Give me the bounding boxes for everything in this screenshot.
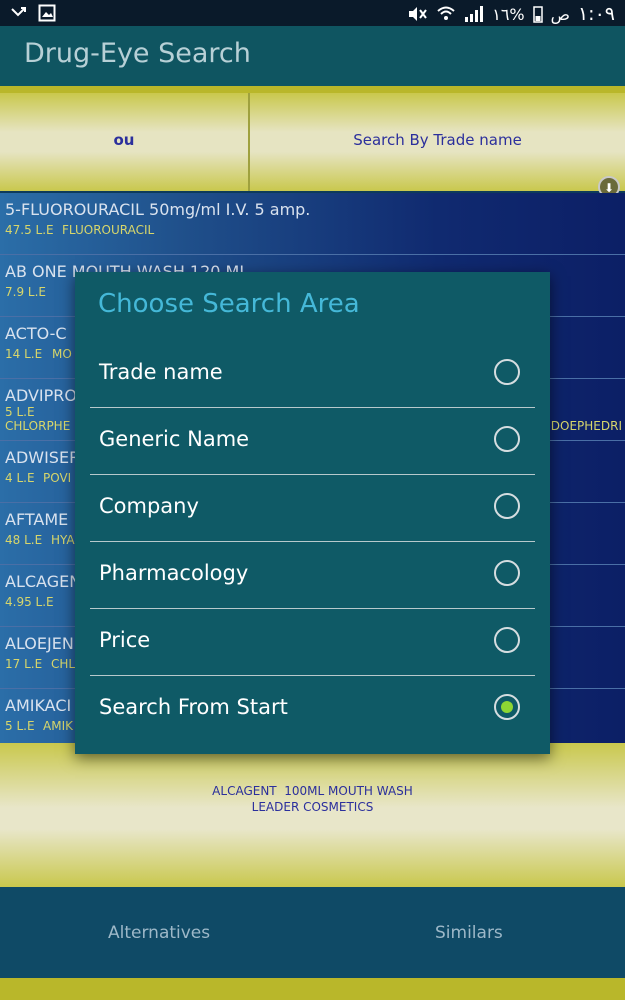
drug-generic: FLUOROURACIL [62, 223, 155, 237]
list-item[interactable]: 5-FLUOROURACIL 50mg/ml I.V. 5 amp. 47.5 … [0, 193, 625, 255]
drug-price: 5 L.E [5, 405, 35, 419]
drug-generic-extra: DOEPHEDRI [550, 419, 622, 433]
radio-button[interactable] [494, 493, 520, 519]
drug-price: 17 L.E [5, 657, 43, 671]
radio-button-checked[interactable] [494, 694, 520, 720]
drug-generic: AMIK [43, 719, 73, 733]
option-label: Pharmacology [99, 561, 249, 585]
drug-name: ALOEJEN [5, 634, 74, 653]
detail-company: LEADER COSMETICS [251, 800, 374, 814]
drug-price: 4 L.E [5, 471, 35, 485]
bottom-divider [0, 978, 625, 1000]
drug-generic: MO [52, 347, 72, 361]
dialog-title: Choose Search Area [98, 289, 360, 319]
drug-price: 47.5 L.E [5, 223, 54, 237]
gallery-icon [38, 4, 56, 22]
detail-drug-name: ALCAGENT 100ML MOUTH WASH [212, 784, 413, 798]
drug-generic: HYA [51, 533, 75, 547]
option-label: Search From Start [99, 695, 288, 719]
drug-price: 48 L.E [5, 533, 43, 547]
bottom-action-bar: Alternatives Similars [0, 887, 625, 978]
option-generic-name[interactable]: Generic Name [90, 407, 535, 475]
drug-name: AMIKACI [5, 696, 72, 715]
alternatives-button[interactable]: Alternatives [108, 923, 210, 943]
drug-name: ACTO-C [5, 324, 67, 343]
radio-button[interactable] [494, 560, 520, 586]
option-price[interactable]: Price [90, 608, 535, 676]
wifi-icon [437, 6, 455, 20]
search-query: ou [113, 131, 135, 149]
search-input[interactable]: ou [0, 93, 250, 191]
divider [0, 86, 625, 93]
drug-price: 7.9 L.E [5, 285, 46, 299]
search-mode-label: Search By Trade name [353, 131, 522, 149]
option-label: Generic Name [99, 427, 250, 451]
search-row: ou Search By Trade name [0, 93, 625, 191]
option-company[interactable]: Company [90, 474, 535, 542]
search-area-dialog: Choose Search Area Trade name Generic Na… [75, 272, 550, 754]
option-pharmacology[interactable]: Pharmacology [90, 541, 535, 609]
drug-price: 14 L.E [5, 347, 43, 361]
drug-price: 5 L.E [5, 719, 35, 733]
battery-icon [532, 6, 543, 23]
status-bar: ١٦% ص ١:٠٩ [0, 0, 625, 26]
app-bar: Drug-Eye Search [0, 26, 625, 86]
similars-button[interactable]: Similars [435, 923, 503, 943]
signal-icon [465, 6, 484, 22]
search-mode-button[interactable]: Search By Trade name [250, 93, 625, 191]
mute-icon [409, 7, 428, 21]
app-title: Drug-Eye Search [24, 38, 251, 69]
selected-drug-detail[interactable]: ALCAGENT 100ML MOUTH WASH LEADER COSMETI… [0, 743, 625, 887]
radio-button[interactable] [494, 627, 520, 653]
option-label: Trade name [99, 360, 223, 384]
radio-button[interactable] [494, 359, 520, 385]
clock: ١:٠٩ [577, 3, 615, 25]
drug-price: 4.95 L.E [5, 595, 54, 609]
missed-call-icon [11, 7, 26, 17]
option-label: Price [99, 628, 151, 652]
option-trade-name[interactable]: Trade name [90, 340, 535, 408]
drug-generic: CHL [51, 657, 76, 671]
drug-generic: CHLORPHE [5, 419, 71, 433]
drug-name: ADWISER [5, 448, 81, 467]
drug-name: 5-FLUOROURACIL 50mg/ml I.V. 5 amp. [5, 200, 311, 219]
drug-name: AFTAME [5, 510, 69, 529]
option-label: Company [99, 494, 199, 518]
ampm: ص [550, 4, 570, 24]
drug-name: ADVIPRO [5, 386, 78, 405]
battery-percent: ١٦% [492, 4, 525, 24]
option-search-from-start[interactable]: Search From Start [90, 675, 535, 742]
radio-button[interactable] [494, 426, 520, 452]
drug-name: ALCAGEN [5, 572, 82, 591]
drug-generic: POVI [43, 471, 72, 485]
